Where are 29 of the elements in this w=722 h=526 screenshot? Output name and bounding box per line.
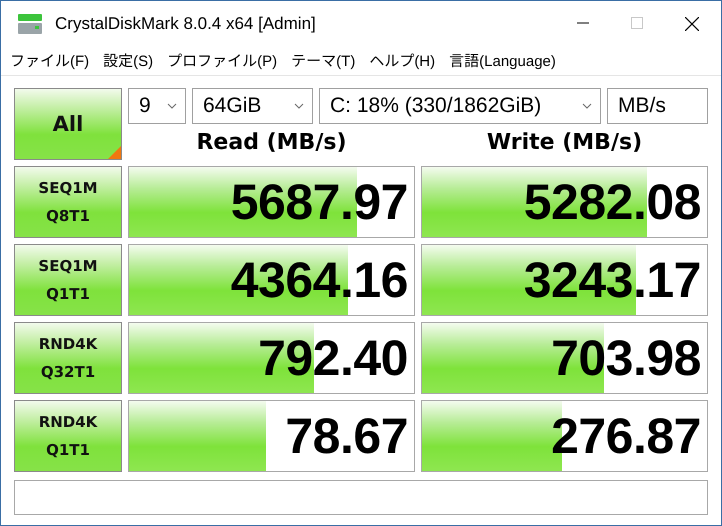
size-dropdown[interactable]: 64GiB [192,88,313,124]
column-header: Read (MB/s) [195,128,348,156]
score-value: 276.87 [551,407,701,466]
chevron-down-icon [294,103,304,109]
count-dropdown[interactable]: 9 [128,88,186,124]
menu-item[interactable]: プロファイル(P) [167,50,278,71]
menu-item[interactable]: 言語(Language) [449,50,556,71]
test-button[interactable]: SEQ1M Q1T1 [14,244,122,316]
all-button[interactable]: All [14,88,122,160]
chevron-down-icon [167,103,177,109]
menu-item[interactable]: テーマ(T) [291,50,356,71]
menu-item[interactable]: ヘルプ(H) [369,50,436,71]
window-title: CrystalDiskMark 8.0.4 x64 [Admin] [55,14,316,34]
comment-field[interactable] [14,480,708,515]
test-button[interactable]: RND4K Q1T1 [14,400,122,472]
drive-dropdown[interactable]: C: 18% (330/1862GiB) [319,88,601,124]
app-drive-icon [17,12,43,34]
chevron-down-icon [582,103,592,109]
column-header: Write (MB/s) [486,128,644,156]
close-icon[interactable] [685,16,699,30]
unit-dropdown[interactable]: MB/s [607,88,708,124]
score-value: 703.98 [551,329,701,388]
menu-item[interactable]: ファイル(F) [10,50,90,71]
test-button[interactable]: SEQ1M Q8T1 [14,166,122,238]
corner-triangle-icon [108,146,121,159]
menu-item[interactable]: 設定(S) [103,50,154,71]
score-value: 792.40 [258,329,408,388]
score-value: 78.67 [285,407,408,466]
test-button[interactable]: RND4K Q32T1 [14,322,122,394]
